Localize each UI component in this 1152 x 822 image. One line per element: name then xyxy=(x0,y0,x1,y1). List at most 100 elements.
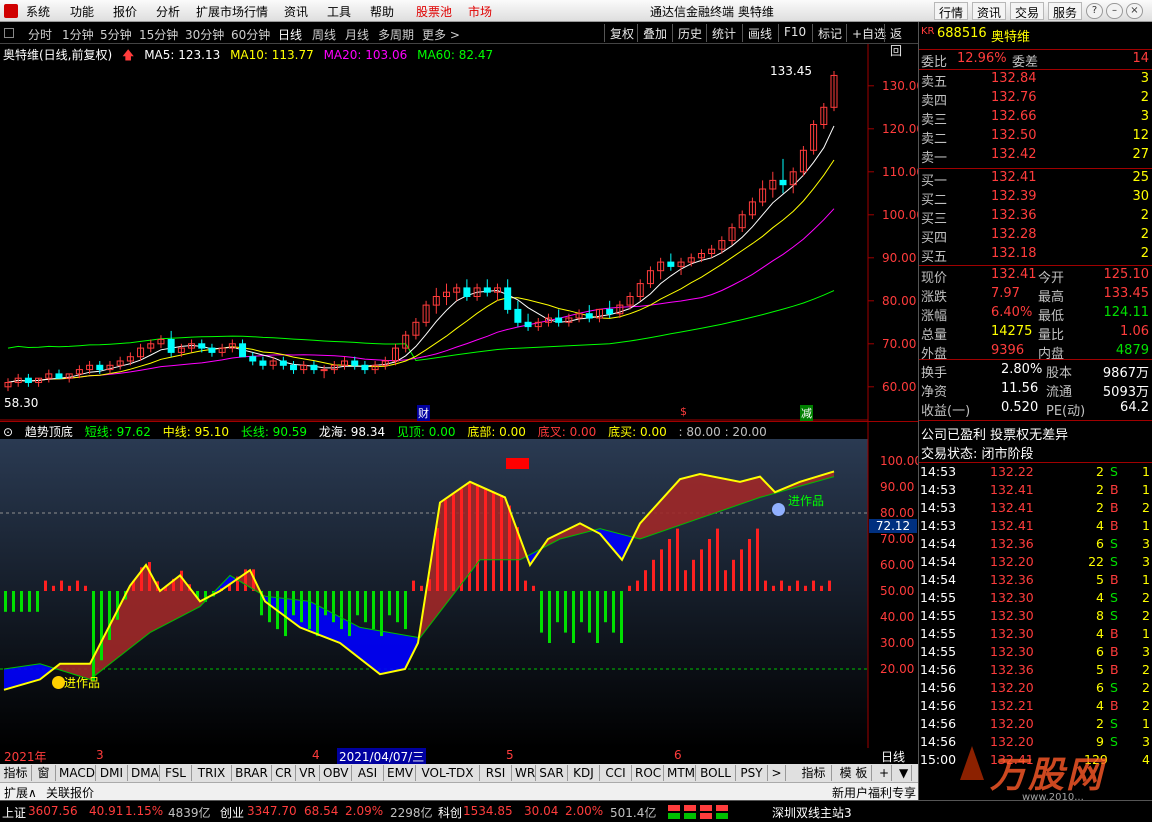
period-daily[interactable]: 日线 xyxy=(278,26,302,43)
tick-direction: S xyxy=(1110,608,1118,623)
indicator-bar xyxy=(412,580,415,591)
indicator-bar xyxy=(84,585,87,591)
marker-cai[interactable]: 财 xyxy=(417,405,430,421)
period-weekly[interactable]: 周线 xyxy=(312,26,336,43)
period-monthly[interactable]: 月线 xyxy=(345,26,369,43)
tab-boll-21[interactable]: BOLL xyxy=(696,765,736,781)
tick-time: 14:53 xyxy=(920,518,957,533)
tab-cci-18[interactable]: CCI xyxy=(600,765,632,781)
btn-fuquan[interactable]: 复权 xyxy=(604,24,639,42)
indicator-bar xyxy=(620,591,623,643)
grid-icon[interactable] xyxy=(4,28,14,38)
period-60min[interactable]: 60分钟 xyxy=(231,26,270,43)
tick-direction: B xyxy=(1110,572,1119,587)
btn-diejia[interactable]: 叠加 xyxy=(637,24,672,42)
tab-dmi-3[interactable]: DMI xyxy=(96,765,128,781)
tab-wr-15[interactable]: WR xyxy=(512,765,536,781)
menu-system[interactable]: 系统 xyxy=(26,3,50,20)
btn-biaoji[interactable]: 标记 xyxy=(812,24,847,42)
tab-a-0[interactable]: 指标A xyxy=(0,765,32,796)
indicator-bar xyxy=(28,591,31,612)
y-tick-label: 110.00 xyxy=(882,165,918,179)
tab-vr-9[interactable]: VR xyxy=(296,765,320,781)
indicator-bar xyxy=(44,580,47,591)
tab-right-2[interactable]: + xyxy=(876,765,892,781)
candle-body xyxy=(249,356,257,362)
btn-jy[interactable]: 交易 xyxy=(1010,2,1045,20)
help-icon[interactable]: ? xyxy=(1086,3,1103,19)
tab-voltdx-13[interactable]: VOL-TDX xyxy=(416,765,480,781)
tab-psy-22[interactable]: PSY xyxy=(736,765,768,781)
btn-tongji[interactable]: 统计 xyxy=(706,24,741,42)
tab-brar-7[interactable]: BRAR xyxy=(232,765,272,781)
period-5min[interactable]: 5分钟 xyxy=(100,26,132,43)
menu-help[interactable]: 帮助 xyxy=(370,3,394,20)
marker-dollar[interactable]: $ xyxy=(680,405,687,418)
tab-emv-12[interactable]: EMV xyxy=(384,765,416,781)
minimize-icon[interactable]: – xyxy=(1106,3,1123,19)
period-multi[interactable]: 多周期 xyxy=(378,26,414,43)
tab--23[interactable]: > xyxy=(768,765,786,781)
menu-ext-market[interactable]: 扩展市场行情 xyxy=(196,3,268,20)
btn-huaxian[interactable]: 画线 xyxy=(742,24,777,42)
btn-fw[interactable]: 服务 xyxy=(1048,2,1083,20)
tab-right-1[interactable]: 模 板 xyxy=(836,765,872,781)
btn-hq[interactable]: 行情 xyxy=(934,2,969,20)
tab-macd-2[interactable]: MACD xyxy=(56,765,96,781)
tab-right-0[interactable]: 指标B xyxy=(796,765,832,796)
indicator-bar xyxy=(308,591,311,630)
tab-kdj-17[interactable]: KDJ xyxy=(568,765,600,781)
tab-rsi-14[interactable]: RSI xyxy=(480,765,512,781)
btn-fanhui[interactable]: 返回 xyxy=(884,24,918,58)
indicator-bar xyxy=(740,549,743,591)
collapse-icon[interactable]: ⊙ xyxy=(3,425,13,439)
close-icon[interactable]: × xyxy=(1126,3,1143,19)
ask-label: 卖三 xyxy=(921,113,948,128)
tab-obv-10[interactable]: OBV xyxy=(320,765,352,781)
server-label[interactable]: 深圳双线主站3 xyxy=(772,804,852,821)
menu-news[interactable]: 资讯 xyxy=(284,3,308,20)
indicator-bar xyxy=(284,591,287,637)
tab-asi-11[interactable]: ASI xyxy=(352,765,384,781)
ext-toggle[interactable]: 扩展∧ xyxy=(4,784,37,801)
indicator-bar xyxy=(12,591,15,612)
period-15min[interactable]: 15分钟 xyxy=(139,26,178,43)
indicator-bar xyxy=(684,570,687,591)
btn-f10[interactable]: F10 xyxy=(778,24,811,42)
new-user-link[interactable]: 新用户福利专享 xyxy=(832,784,916,801)
tab-trix-6[interactable]: TRIX xyxy=(192,765,232,781)
related-quote[interactable]: 关联报价 xyxy=(46,784,94,801)
tab-fsl-5[interactable]: FSL xyxy=(160,765,192,781)
menu-analysis[interactable]: 分析 xyxy=(156,3,180,20)
menu-function[interactable]: 功能 xyxy=(70,3,94,20)
menu-stock-pool[interactable]: 股票池 xyxy=(416,3,452,20)
menu-tools[interactable]: 工具 xyxy=(327,3,351,20)
period-fenshi[interactable]: 分时 xyxy=(28,26,52,43)
tab-dma-4[interactable]: DMA xyxy=(128,765,160,781)
tick-time: 14:55 xyxy=(920,608,957,623)
ask-row: 卖二 132.50 12 xyxy=(921,128,1151,147)
period-30min[interactable]: 30分钟 xyxy=(185,26,224,43)
btn-lishi[interactable]: 历史 xyxy=(672,24,707,42)
indicator-chart[interactable]: 100.00 90.00 80.00 70.00 60.00 50.00 40.00 30.0… xyxy=(0,421,918,748)
kline-chart[interactable]: 60.00 70.00 80.00 90.00 100.00 110.00 120.00 13… xyxy=(0,44,918,421)
tab-roc-19[interactable]: ROC xyxy=(632,765,664,781)
tab-right-3[interactable]: ▼ xyxy=(896,765,912,781)
menu-market[interactable]: 市场 xyxy=(468,3,492,20)
stat-value: 9396 xyxy=(991,343,1025,358)
indicator-bar xyxy=(4,591,7,612)
indicator-bar xyxy=(716,528,719,591)
tab-cr-8[interactable]: CR xyxy=(272,765,296,781)
period-1min[interactable]: 1分钟 xyxy=(62,26,94,43)
marker-jian[interactable]: 减 xyxy=(800,405,813,421)
indicator-bar xyxy=(492,491,495,591)
period-more[interactable]: 更多 > xyxy=(422,26,460,43)
tab--1[interactable]: 窗口 xyxy=(32,765,56,796)
tab-mtm-20[interactable]: MTM xyxy=(664,765,696,781)
tick-price: 132.41 xyxy=(990,500,1034,515)
indicator-bar xyxy=(564,591,567,633)
btn-zx[interactable]: 资讯 xyxy=(972,2,1007,20)
tab-sar-16[interactable]: SAR xyxy=(536,765,568,781)
kc-label: 科创 xyxy=(438,806,463,820)
menu-quote[interactable]: 报价 xyxy=(113,3,137,20)
